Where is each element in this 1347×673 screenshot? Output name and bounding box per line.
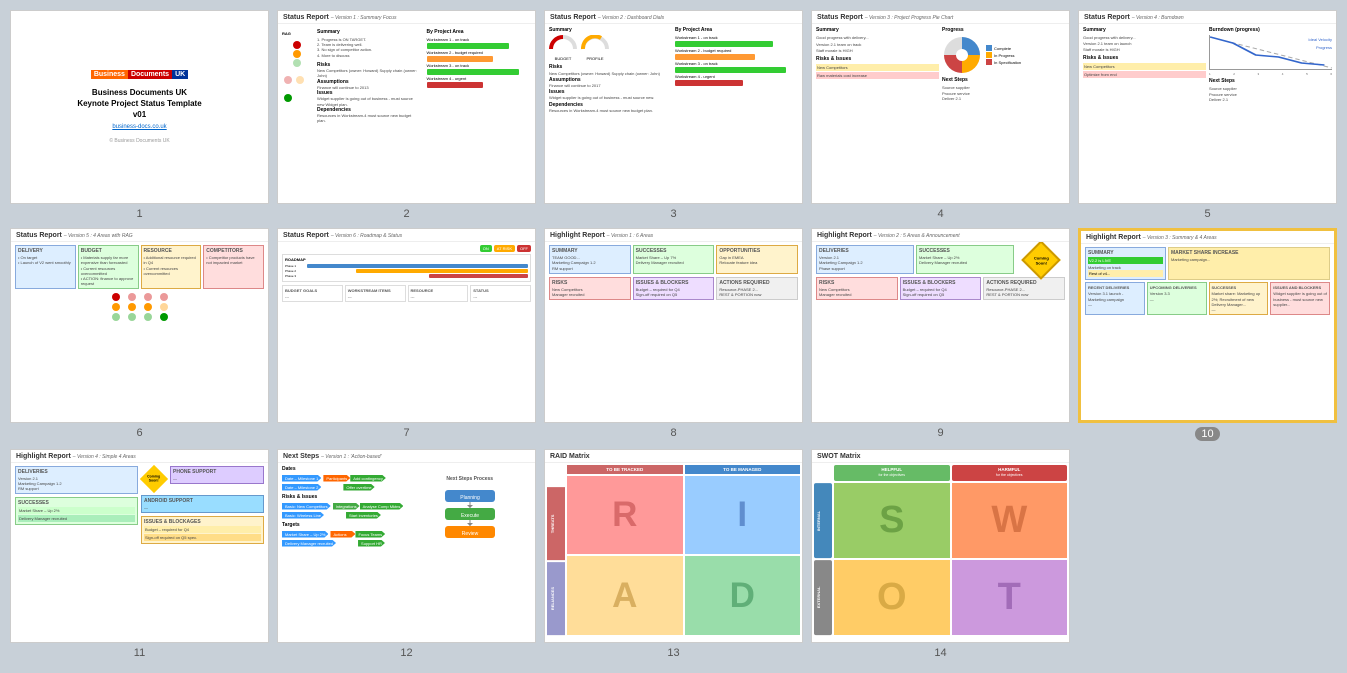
logo: Business Documents UK bbox=[91, 70, 188, 79]
slide-5-body: Summary Good progress with delivery... V… bbox=[1079, 24, 1336, 198]
slide-13-header: RAID Matrix bbox=[545, 450, 802, 463]
logo-uk: UK bbox=[172, 70, 188, 79]
slide-14[interactable]: SWOT Matrix HELPFULfor the objectives HA… bbox=[811, 449, 1070, 643]
slide-8-body: Summary TEAM GOOD... Marketing Campaign … bbox=[545, 242, 802, 416]
slide-container-10: Highlight Report – Version 3 : Summary &… bbox=[1078, 228, 1337, 440]
slide-container-1: Business Documents UK Business Documents… bbox=[10, 10, 269, 220]
slide-11[interactable]: Highlight Report – Version 4 : Simple 4 … bbox=[10, 449, 269, 643]
slide-13[interactable]: RAID Matrix THREATS RELIANCES TO BE TRAC… bbox=[544, 449, 803, 643]
slide-container-6: Status Report – Version 5 : 4 Areas with… bbox=[10, 228, 269, 440]
slide-1-title: Business Documents UKKeynote Project Sta… bbox=[77, 87, 201, 121]
slide-1-footer: © Business Documents UK bbox=[109, 138, 169, 144]
slide-container-2: Status Report – Version 1 : Summary Focu… bbox=[277, 10, 536, 220]
svg-text:Review: Review bbox=[462, 531, 479, 537]
slide-number-4: 4 bbox=[937, 208, 943, 220]
slide-1[interactable]: Business Documents UK Business Documents… bbox=[10, 10, 269, 204]
slide-8-header: Highlight Report – Version 1 : 6 Areas bbox=[545, 229, 802, 242]
logo-business: Business bbox=[91, 70, 128, 79]
slide-10-header: Highlight Report – Version 3 : Summary &… bbox=[1081, 231, 1334, 244]
slide-container-9: Highlight Report – Version 2 : 5 Areas &… bbox=[811, 228, 1070, 440]
slide-container-3: Status Report – Version 2 : Dashboard Di… bbox=[544, 10, 803, 220]
slide-container-5: Status Report – Version 4 : Burndown Sum… bbox=[1078, 10, 1337, 220]
slide-7-body: ON AT RISK OFF ROADMAP Phase 1 Phase 2 bbox=[278, 242, 535, 416]
slide-container-13: RAID Matrix THREATS RELIANCES TO BE TRAC… bbox=[544, 449, 803, 659]
slide-13-body: THREATS RELIANCES TO BE TRACKED R A TO B bbox=[545, 463, 802, 637]
slide-11-body: Deliveries Version 2.1 Marketing Campaig… bbox=[11, 463, 268, 637]
slide-2[interactable]: Status Report – Version 1 : Summary Focu… bbox=[277, 10, 536, 204]
slide-9[interactable]: Highlight Report – Version 2 : 5 Areas &… bbox=[811, 228, 1070, 422]
slide-number-14: 14 bbox=[934, 647, 946, 659]
slide-6-header: Status Report – Version 5 : 4 Areas with… bbox=[11, 229, 268, 242]
slide-12[interactable]: Next Steps – Version 1 : 'Action-based' … bbox=[277, 449, 536, 643]
slide-3-header: Status Report – Version 2 : Dashboard Di… bbox=[545, 11, 802, 24]
slide-14-body: HELPFULfor the objectives HARMFULfor the… bbox=[812, 463, 1069, 637]
slide-4[interactable]: Status Report – Version 3 : Project Prog… bbox=[811, 10, 1070, 204]
slide-number-2: 2 bbox=[403, 208, 409, 220]
slide-6-body: Delivery • On target • Launch of V2 went… bbox=[11, 242, 268, 416]
slide-number-8: 8 bbox=[670, 427, 676, 439]
slide-12-header: Next Steps – Version 1 : 'Action-based' bbox=[278, 450, 535, 463]
slide-9-header: Highlight Report – Version 2 : 5 Areas &… bbox=[812, 229, 1069, 242]
slide-number-13: 13 bbox=[667, 647, 679, 659]
slide-11-header: Highlight Report – Version 4 : Simple 4 … bbox=[11, 450, 268, 463]
slide-7-header: Status Report – Version 6 : Roadmap & St… bbox=[278, 229, 535, 242]
slide-number-11: 11 bbox=[134, 647, 145, 659]
slide-container-11: Highlight Report – Version 4 : Simple 4 … bbox=[10, 449, 269, 659]
slide-8[interactable]: Highlight Report – Version 1 : 6 Areas S… bbox=[544, 228, 803, 422]
slide-10[interactable]: Highlight Report – Version 3 : Summary &… bbox=[1078, 228, 1337, 422]
svg-text:Planning: Planning bbox=[460, 495, 480, 501]
slide-number-7: 7 bbox=[403, 427, 409, 439]
slide-7[interactable]: Status Report – Version 6 : Roadmap & St… bbox=[277, 228, 536, 422]
slide-number-3: 3 bbox=[670, 208, 676, 220]
slide-2-body: RAG bbox=[278, 24, 535, 198]
slide-4-body: Summary Good progress with delivery... V… bbox=[812, 24, 1069, 198]
slide-number-6: 6 bbox=[136, 427, 142, 439]
slide-container-14: SWOT Matrix HELPFULfor the objectives HA… bbox=[811, 449, 1070, 659]
slide-14-header: SWOT Matrix bbox=[812, 450, 1069, 463]
slide-number-12: 12 bbox=[400, 647, 412, 659]
slide-10-body: Summary V2.2 is LIVE Marketing on track … bbox=[1081, 244, 1334, 414]
slide-container-4: Status Report – Version 3 : Project Prog… bbox=[811, 10, 1070, 220]
slide-3[interactable]: Status Report – Version 2 : Dashboard Di… bbox=[544, 10, 803, 204]
slide-6[interactable]: Status Report – Version 5 : 4 Areas with… bbox=[10, 228, 269, 422]
slide-9-body: Deliveries Version 2.1 Marketing Campaig… bbox=[812, 242, 1069, 416]
slide-1-link: business-docs.co.uk bbox=[112, 124, 166, 130]
slide-number-9: 9 bbox=[937, 427, 943, 439]
logo-documents: Documents bbox=[128, 70, 172, 79]
slide-3-body: Summary BUDGET bbox=[545, 24, 802, 198]
slide-12-body: Dates Date – Milestone 1 Participants Ad… bbox=[278, 463, 535, 637]
slide-4-header: Status Report – Version 3 : Project Prog… bbox=[812, 11, 1069, 24]
slide-5-header: Status Report – Version 4 : Burndown bbox=[1079, 11, 1336, 24]
slide-container-7: Status Report – Version 6 : Roadmap & St… bbox=[277, 228, 536, 440]
slide-number-10: 10 bbox=[1195, 427, 1219, 441]
slide-container-8: Highlight Report – Version 1 : 6 Areas S… bbox=[544, 228, 803, 440]
slide-number-5: 5 bbox=[1204, 208, 1210, 220]
slide-container-12: Next Steps – Version 1 : 'Action-based' … bbox=[277, 449, 536, 659]
slide-number-1: 1 bbox=[136, 208, 142, 220]
slide-2-header: Status Report – Version 1 : Summary Focu… bbox=[278, 11, 535, 24]
slide-5[interactable]: Status Report – Version 4 : Burndown Sum… bbox=[1078, 10, 1337, 204]
slide-grid: Business Documents UK Business Documents… bbox=[10, 10, 1337, 659]
svg-text:Execute: Execute bbox=[461, 513, 479, 519]
